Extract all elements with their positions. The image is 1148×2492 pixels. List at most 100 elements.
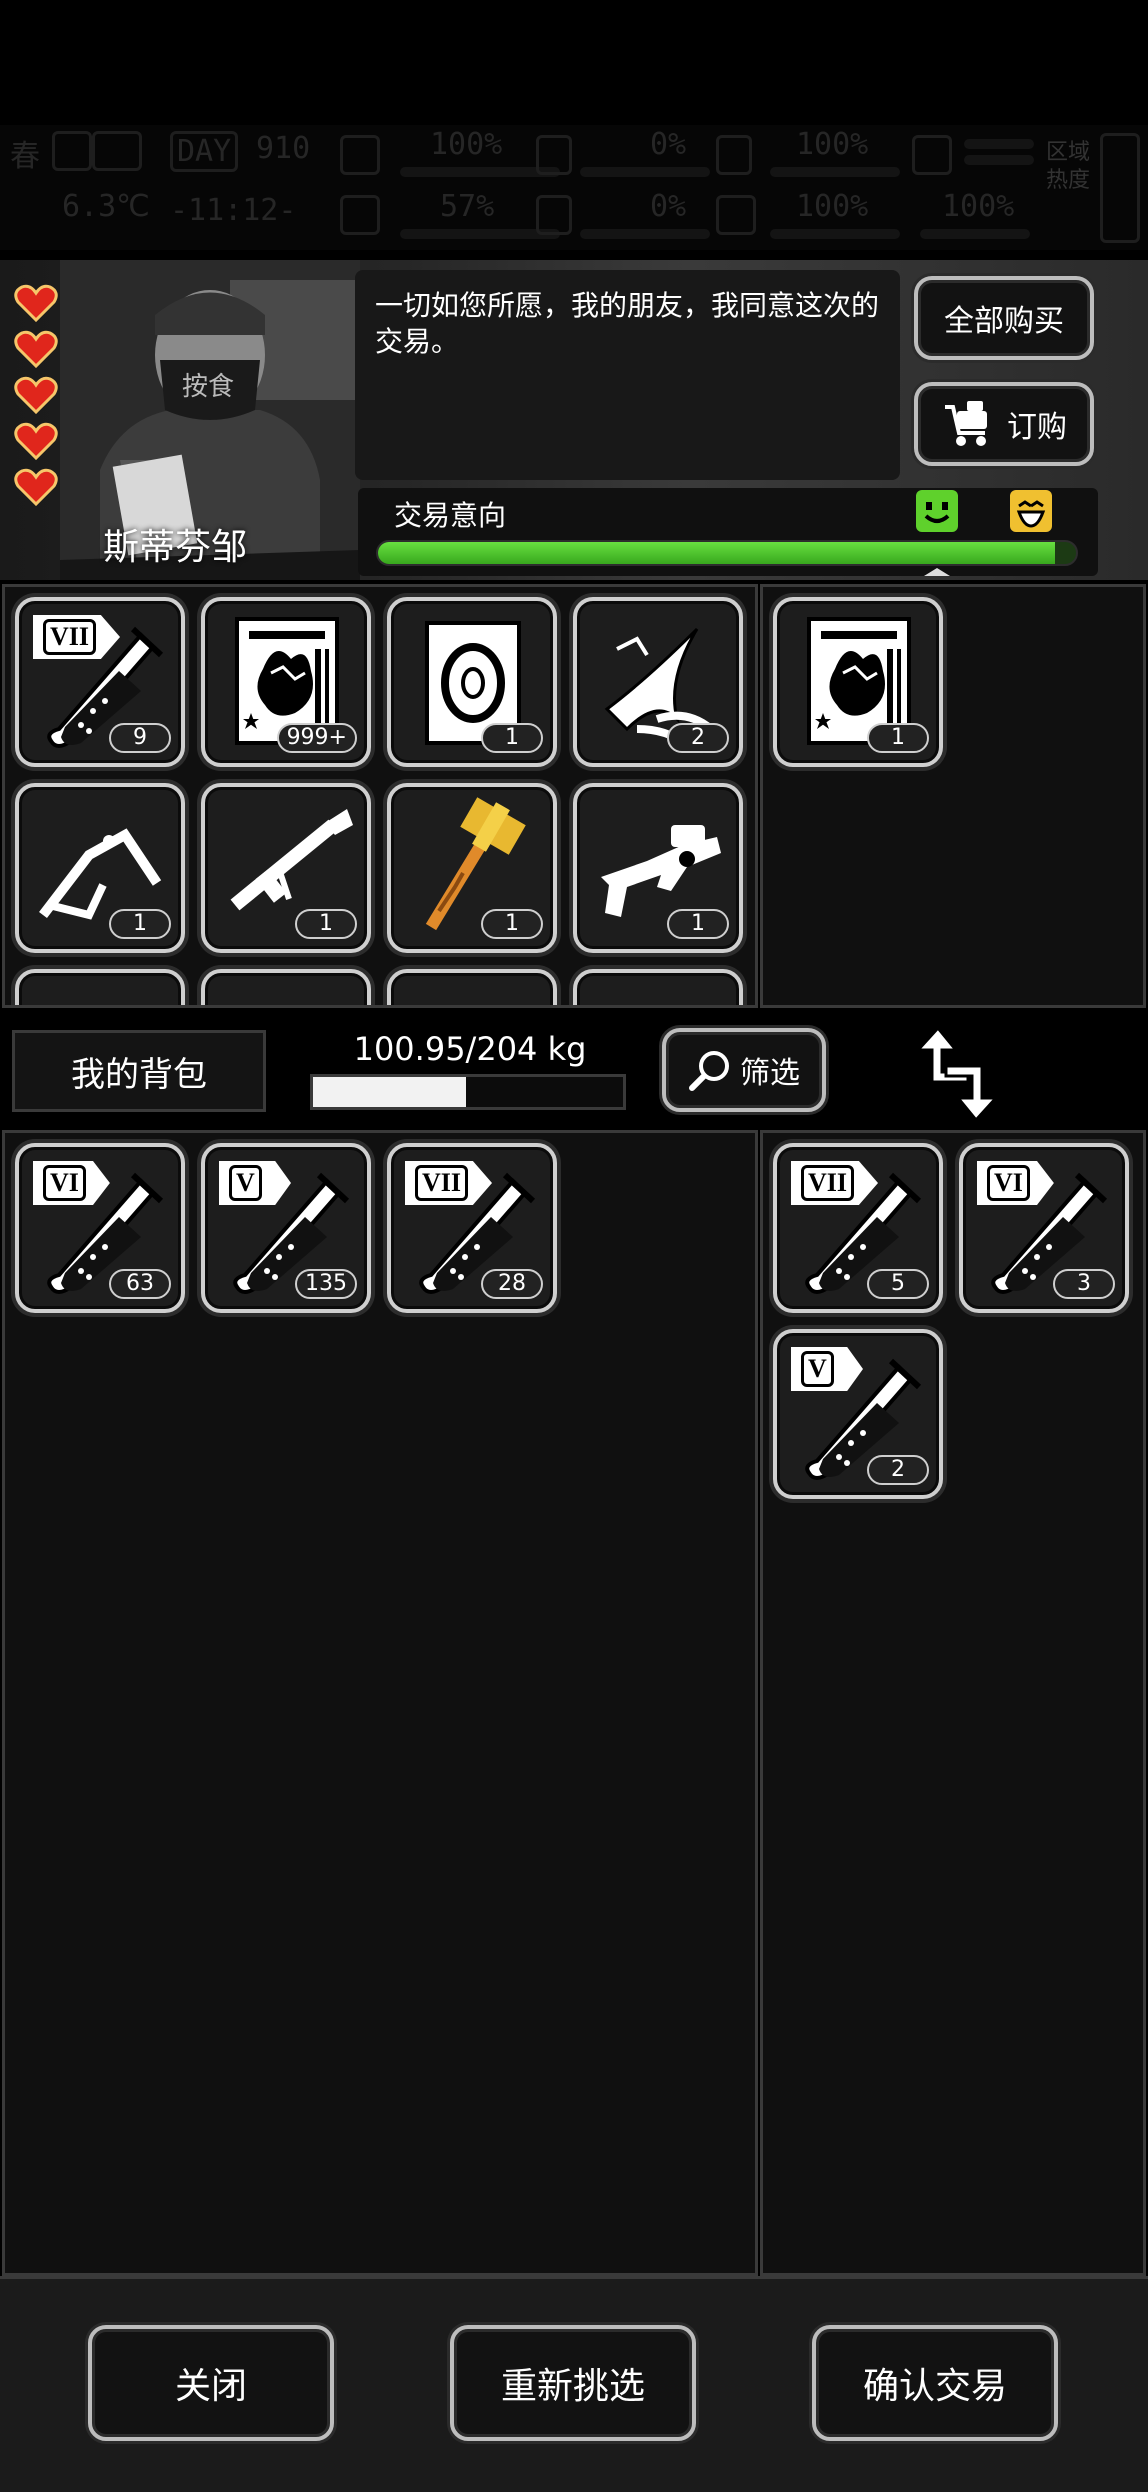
trader-name: 斯蒂芬邹 [102,527,247,568]
confirm-trade-button[interactable]: 确认交易 [812,2325,1058,2441]
bleed-value: 0% [650,189,687,224]
season-label: 春 [10,139,40,174]
tier-label: V [801,1351,834,1387]
item-count: 3 [1053,1269,1115,1299]
item-count: 2 [667,723,729,753]
item-slot-serum-v[interactable]: V 135 [201,1143,371,1313]
smile-face-icon [916,490,958,532]
trader-header: 按食 斯蒂芬邹 一切如您所愿，我的朋友，我同意这次的交易。 全部购买 订购 交易… [0,260,1148,580]
item-slot-tire-manual[interactable]: 1 [387,597,557,767]
trade-intent-label: 交易意向 [394,499,507,532]
reselect-button[interactable]: 重新挑选 [450,2325,696,2441]
defense-bar [770,167,900,177]
buy-all-label: 全部购买 [944,304,1064,339]
tier-label: VII [415,1165,469,1201]
reselect-label: 重新挑选 [500,2366,645,2407]
item-slot-zombie-card[interactable]: 1 [773,597,943,767]
item-slot-golden-hammer[interactable]: 1 [387,783,557,953]
shopping-cart-icon [945,401,987,446]
tier-label: VII [43,619,97,655]
heart-icon [14,422,58,461]
weather-icon [92,131,142,171]
energy-bar [920,229,1030,239]
heart-icon [14,284,58,323]
item-slot-serum-vii[interactable]: VII 9 [15,597,185,767]
meat-icon [536,135,572,175]
item-slot-rocket-launcher[interactable]: 1 [201,783,371,953]
order-label: 订购 [1007,410,1067,445]
backpack-bar: 我的背包 100.95/204 kg 筛选 [0,1012,1148,1128]
item-slot-bipod[interactable]: 1 [15,783,185,953]
day-value: 910 [256,131,311,166]
stamina-bar-2 [964,155,1034,165]
heart-icon [14,376,58,415]
item-count: 1 [481,723,543,753]
affinity-hearts [14,284,68,514]
item-slot-serum-vii[interactable]: VII 28 [387,1143,557,1313]
heart-icon [14,468,58,507]
confirm-trade-label: 确认交易 [862,2366,1007,2407]
item-count: 1 [667,909,729,939]
status-bar: 春 DAY 910 6.3℃ -11:12- 100% 57% 0% 0% 10… [0,125,1148,250]
energy-value: 100% [942,189,1015,224]
swap-arrows-icon[interactable] [908,1024,1004,1124]
item-count: 999+ [276,723,357,753]
item-slot-serum-v[interactable]: V2 [773,1329,943,1499]
happy-face-icon [1010,490,1052,532]
item-slot-serum-vi[interactable]: VI 63 [15,1143,185,1313]
bleed-bar [580,229,710,239]
order-button[interactable]: 订购 [914,382,1094,466]
item-slot-serum-vii[interactable]: VII 5 [773,1143,943,1313]
svg-text:按食: 按食 [182,372,234,402]
tier-label: VII [801,1165,855,1201]
item-count: 9 [109,723,171,753]
stamina-bar-1 [964,139,1034,149]
item-slot-partial[interactable] [15,969,185,1005]
filter-label: 筛选 [740,1056,800,1091]
item-slot-claw-blade[interactable]: 2 [573,597,743,767]
trader-offer-grid[interactable]: 1 [760,584,1146,1008]
item-count: 5 [867,1269,929,1299]
close-label: 关闭 [174,2366,247,2407]
item-slot-partial[interactable] [573,969,743,1005]
weight-fill [313,1077,467,1107]
heart-bar [770,229,900,239]
my-backpack-label: 我的背包 [12,1030,266,1112]
temperature-value: 6.3℃ [62,189,150,224]
tier-label: V [229,1165,262,1201]
item-slot-partial[interactable] [387,969,557,1005]
hunger-bar [580,167,710,177]
item-count: 28 [481,1269,543,1299]
close-button[interactable]: 关闭 [88,2325,334,2441]
leaf-icon [52,131,92,171]
item-count: 1 [109,909,171,939]
trade-intent-bar [376,540,1078,566]
item-slot-grenade-launcher[interactable]: 1 [573,783,743,953]
area-heat-label: 区域热度 [1046,140,1091,193]
defense-value: 100% [796,127,869,162]
item-slot-partial[interactable] [201,969,371,1005]
weight-bar [310,1074,626,1110]
item-count: 2 [867,1455,929,1485]
my-inventory-grid[interactable]: VI 63 V 135 VII 28 [2,1130,758,2276]
footer-bar: 关闭 重新挑选 确认交易 [0,2276,1148,2492]
boot-icon [912,135,952,175]
time-value: -11:12- [170,193,297,228]
item-slot-zombie-card[interactable]: 999+ [201,597,371,767]
my-offer-grid[interactable]: VII 5 VI 3 V 2 [760,1130,1146,2276]
heart-icon [716,195,756,235]
tier-label: VI [43,1165,86,1201]
item-count: 1 [295,909,357,939]
tier-label: VI [987,1165,1030,1201]
blood-drop-icon [536,195,572,235]
helmet-icon [716,135,752,175]
filter-button[interactable]: 筛选 [662,1028,826,1112]
hunger-value: 0% [650,127,687,162]
item-slot-serum-vi[interactable]: VI 3 [959,1143,1129,1313]
day-label: DAY [170,131,239,172]
health-value: 100% [430,127,503,162]
buy-all-button[interactable]: 全部购买 [914,276,1094,360]
trade-intent-panel: 交易意向 [358,488,1098,576]
trade-intent-fill [378,542,1056,564]
trader-inventory-grid[interactable]: VII 9 999+ 1 2 1 1 1 1 [2,584,758,1008]
